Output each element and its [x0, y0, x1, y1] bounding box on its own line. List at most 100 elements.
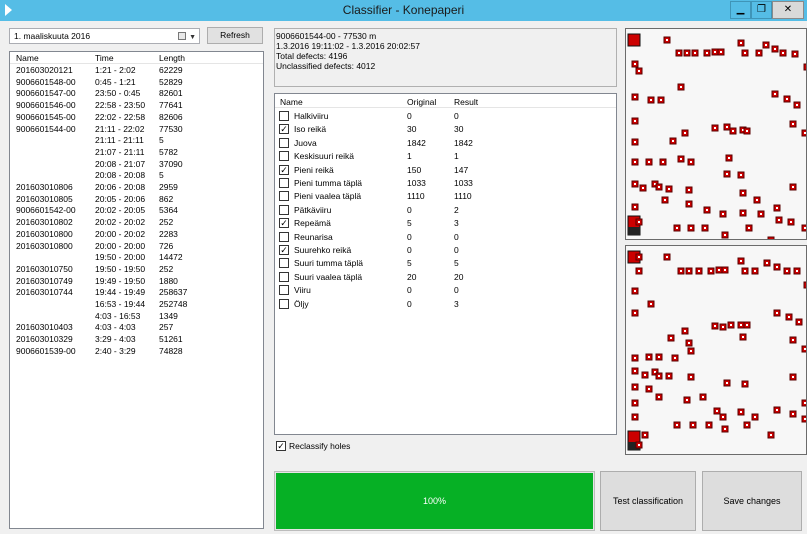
defect-checkbox[interactable] [279, 178, 289, 188]
defect-result-count: 3 [454, 298, 459, 309]
session-time: 20:02 - 20:02 [95, 217, 146, 228]
session-row[interactable]: 201603010802 20:02 - 20:02 252 [10, 217, 263, 228]
session-length: 5 [159, 135, 164, 146]
defect-row[interactable]: ✓ Pieni reikä 150 147 [275, 163, 616, 176]
defect-row[interactable]: Keskisuuri reikä 1 1 [275, 149, 616, 162]
session-row[interactable]: 20:08 - 21:07 37090 [10, 159, 263, 170]
defect-map-top[interactable] [625, 28, 807, 240]
defect-checkbox[interactable] [279, 137, 289, 148]
info-box: 9006601544-00 - 77530 m 1.3.2016 19:11:0… [274, 28, 617, 87]
chevron-down-icon[interactable]: ▼ [189, 31, 196, 45]
session-row[interactable]: 21:11 - 21:11 5 [10, 135, 263, 146]
defect-row[interactable]: Suuri tumma täplä 5 5 [275, 256, 616, 269]
session-row[interactable]: 9006601547-00 23:50 - 0:45 82601 [10, 88, 263, 99]
reclassify-holes-checkbox[interactable]: ✓ [276, 441, 286, 451]
session-row[interactable]: 201603010744 19:44 - 19:49 258637 [10, 287, 263, 298]
defect-row[interactable]: Viiru 0 0 [275, 283, 616, 296]
session-length: 77530 [159, 123, 183, 134]
defect-row[interactable]: ✓ Suurehko reikä 0 0 [275, 243, 616, 256]
session-length: 37090 [159, 158, 183, 169]
defect-checkbox[interactable]: ✓ [279, 124, 289, 135]
top-map-defect-marker[interactable] [767, 236, 775, 240]
defect-original-count: 0 [407, 245, 412, 255]
defect-row[interactable]: ✓ Repeämä 5 3 [275, 216, 616, 229]
session-row[interactable]: 9006601542-00 20:02 - 20:05 5364 [10, 205, 263, 216]
defect-name: Pieni vaalea täplä [294, 191, 362, 202]
session-length: 82601 [159, 88, 183, 99]
session-time: 20:00 - 20:02 [95, 228, 146, 239]
defect-checkbox[interactable] [279, 298, 289, 309]
date-picker[interactable]: 1. maaliskuuta 2016 ▼ [9, 28, 200, 44]
session-length: 252 [159, 217, 174, 228]
defect-class-table[interactable]: Name Original Result Halkiviiru 0 0 ✓ Iso re… [274, 93, 617, 435]
defect-checkbox[interactable] [279, 271, 289, 282]
session-list[interactable]: Name Time Length 201603020121 1:21 - 2:02… [9, 51, 264, 529]
defect-row[interactable]: ✓ Iso reikä 30 30 [275, 122, 616, 135]
defect-row[interactable]: Reunarisa 0 0 [275, 230, 616, 243]
defect-name: Suurehko reikä [294, 245, 352, 255]
session-row[interactable]: 19:50 - 20:00 14472 [10, 252, 263, 263]
column-header-name[interactable]: Name [16, 53, 39, 63]
session-row[interactable]: 4:03 - 16:53 1349 [10, 311, 263, 322]
defect-original-count: 0 [407, 285, 412, 296]
defect-row[interactable]: Pätkäviiru 0 2 [275, 203, 616, 216]
session-row[interactable]: 21:07 - 21:11 5782 [10, 147, 263, 158]
session-row[interactable]: 201603010749 19:49 - 19:50 1880 [10, 276, 263, 287]
maximize-button[interactable]: ❐ [751, 1, 772, 19]
defect-row[interactable]: Pieni tumma täplä 1033 1033 [275, 176, 616, 189]
session-row[interactable]: 201603010403 4:03 - 4:03 257 [10, 322, 263, 333]
refresh-button[interactable]: Refresh [207, 27, 263, 44]
save-changes-button[interactable]: Save changes [702, 471, 802, 531]
defect-checkbox[interactable] [279, 111, 289, 121]
defect-checkbox[interactable] [279, 191, 289, 202]
session-row[interactable]: 9006601546-00 22:58 - 23:50 77641 [10, 100, 263, 111]
defect-checkbox[interactable] [279, 258, 289, 269]
session-row[interactable]: 16:53 - 19:44 252748 [10, 299, 263, 310]
session-length: 77641 [159, 100, 183, 111]
session-length: 5364 [159, 205, 178, 216]
session-row[interactable]: 9006601545-00 22:02 - 22:58 82606 [10, 112, 263, 123]
test-classification-button[interactable]: Test classification [600, 471, 696, 531]
session-row[interactable]: 201603010329 3:29 - 4:03 51261 [10, 334, 263, 345]
defect-original-count: 1033 [407, 178, 426, 188]
session-row[interactable]: 201603020121 1:21 - 2:02 62229 [10, 65, 263, 76]
defect-checkbox[interactable] [279, 204, 289, 215]
minimize-button[interactable]: ▁ [730, 1, 751, 19]
defect-name: Pätkäviiru [294, 204, 332, 215]
defect-row[interactable]: Pieni vaalea täplä 1110 1110 [275, 189, 616, 202]
session-name: 9006601547-00 [16, 88, 76, 99]
column-header-length[interactable]: Length [159, 53, 185, 63]
defect-checkbox[interactable]: ✓ [279, 164, 289, 175]
info-unclassified-defects: Unclassified defects: 4012 [276, 61, 376, 71]
column-header-original[interactable]: Original [407, 97, 436, 107]
defect-checkbox[interactable] [279, 231, 289, 242]
defect-result-count: 30 [454, 124, 464, 135]
session-length: 14472 [159, 252, 183, 263]
session-row[interactable]: 9006601539-00 2:40 - 3:29 74828 [10, 346, 263, 357]
calendar-icon[interactable] [178, 32, 186, 40]
defect-checkbox[interactable] [279, 151, 289, 162]
defect-row[interactable]: Halkiviiru 0 0 [275, 109, 616, 122]
session-row[interactable]: 201603010800 20:00 - 20:00 726 [10, 241, 263, 252]
defect-row[interactable]: Juova 1842 1842 [275, 136, 616, 149]
column-header-result[interactable]: Result [454, 97, 478, 107]
session-row[interactable]: 9006601548-00 0:45 - 1:21 52829 [10, 77, 263, 88]
column-header-defect-name[interactable]: Name [280, 97, 303, 107]
session-row[interactable]: 20:08 - 20:08 5 [10, 170, 263, 181]
session-row[interactable]: 9006601544-00 21:11 - 22:02 77530 [10, 124, 263, 135]
session-row[interactable]: 201603010750 19:50 - 19:50 252 [10, 264, 263, 275]
defect-checkbox[interactable] [279, 285, 289, 296]
defect-original-count: 20 [407, 271, 417, 282]
defect-checkbox[interactable]: ✓ [279, 245, 289, 255]
defect-map-bottom[interactable] [625, 245, 807, 455]
session-row[interactable]: 201603010800 20:00 - 20:02 2283 [10, 229, 263, 240]
column-header-time[interactable]: Time [95, 53, 114, 63]
close-button[interactable]: ✕ [772, 1, 804, 19]
defect-row[interactable]: Suuri vaalea täplä 20 20 [275, 270, 616, 283]
session-row[interactable]: 201603010805 20:05 - 20:06 862 [10, 194, 263, 205]
defect-checkbox[interactable]: ✓ [279, 218, 289, 229]
defect-row[interactable]: Öljy 0 3 [275, 297, 616, 310]
defect-map-top-canvas [627, 33, 806, 240]
defect-result-count: 3 [454, 218, 459, 229]
session-row[interactable]: 201603010806 20:06 - 20:08 2959 [10, 182, 263, 193]
